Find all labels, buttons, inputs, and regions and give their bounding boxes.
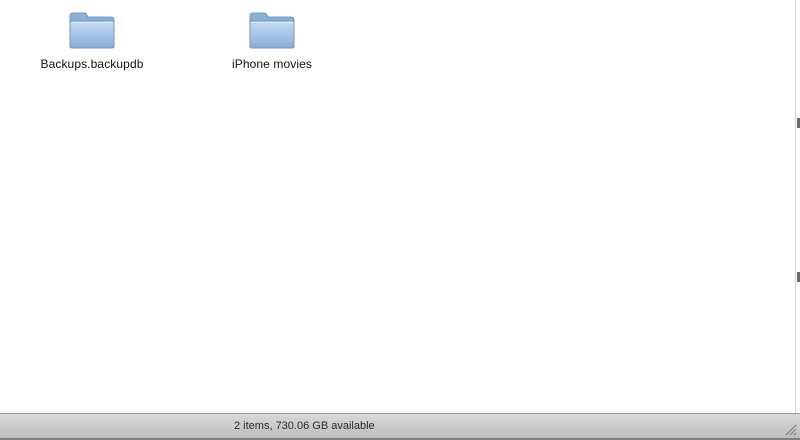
folder-label[interactable]: Backups.backupdb [22, 57, 162, 71]
folder-item-backups[interactable]: Backups.backupdb [22, 8, 162, 78]
folder-icon [249, 12, 295, 49]
status-bar: 2 items, 730.06 GB available [0, 413, 800, 440]
status-text: 2 items, 730.06 GB available [234, 420, 375, 432]
finder-window: Backups.backupdb iPhone movies 2 items, … [0, 0, 800, 440]
resize-grip-icon[interactable] [785, 424, 797, 436]
folder-item-iphone-movies[interactable]: iPhone movies [202, 8, 342, 78]
icon-view-area[interactable]: Backups.backupdb iPhone movies [0, 0, 796, 413]
folder-icon [69, 12, 115, 49]
folder-label[interactable]: iPhone movies [202, 57, 342, 71]
window-right-edge [795, 0, 800, 413]
